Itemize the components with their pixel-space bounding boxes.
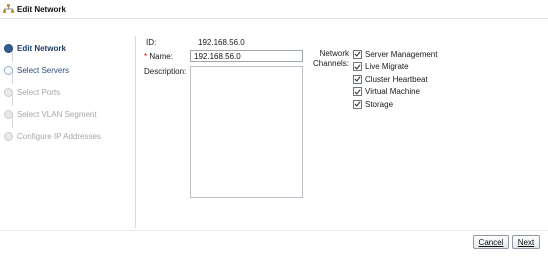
checkmark-icon — [354, 101, 361, 107]
network-icon — [3, 4, 14, 13]
description-label: Description: — [144, 67, 187, 76]
dialog-titlebar: Edit Network — [0, 0, 548, 19]
step-label: Select Servers — [17, 65, 70, 75]
checkmark-icon — [354, 88, 361, 95]
footer-divider — [0, 230, 548, 231]
channel-label: Live Migrate — [365, 62, 409, 71]
checkbox[interactable] — [353, 87, 362, 96]
network-channels-label: Network Channels: — [313, 49, 349, 69]
checkbox[interactable] — [353, 62, 362, 71]
id-value: 192.168.56.0 — [198, 38, 245, 47]
step-pending-icon — [4, 65, 13, 75]
name-label: Name: — [149, 52, 173, 61]
channel-label: Server Management — [365, 49, 438, 59]
step-label: Configure IP Addresses — [17, 131, 101, 141]
name-label-wrap: * Name: — [144, 52, 173, 61]
next-button[interactable]: Next — [512, 235, 540, 249]
name-input[interactable] — [190, 50, 303, 62]
step-disabled-icon — [4, 109, 13, 119]
id-label: ID: — [146, 38, 157, 47]
network-channels-label-line2: Channels: — [313, 59, 350, 68]
checkmark-icon — [354, 51, 361, 57]
step-configure-ip-addresses: Configure IP Addresses — [4, 129, 101, 143]
checkbox[interactable] — [353, 99, 362, 109]
checkmark-icon — [354, 63, 361, 70]
channel-label: Storage — [365, 99, 394, 109]
channel-storage[interactable]: Storage — [353, 99, 393, 109]
step-current-icon — [4, 43, 13, 53]
channel-server-management[interactable]: Server Management — [353, 49, 437, 59]
checkbox[interactable] — [353, 74, 362, 84]
network-channels-label-line1: Network — [319, 49, 349, 58]
cancel-button[interactable]: Cancel — [473, 235, 509, 249]
checkbox[interactable] — [353, 49, 362, 59]
panel-divider — [135, 36, 136, 228]
channel-label: Virtual Machine — [365, 87, 420, 96]
channel-label: Cluster Heartbeat — [365, 74, 428, 84]
channel-live-migrate[interactable]: Live Migrate — [353, 62, 409, 72]
channel-virtual-machine[interactable]: Virtual Machine — [353, 87, 420, 97]
step-label: Select Ports — [17, 87, 61, 97]
step-select-ports: Select Ports — [4, 85, 60, 99]
step-disabled-icon — [4, 131, 13, 141]
step-edit-network[interactable]: Edit Network — [4, 41, 66, 55]
step-label: Edit Network — [17, 43, 66, 53]
step-disabled-icon — [4, 87, 13, 97]
step-select-vlan-segment: Select VLAN Segment — [4, 107, 97, 121]
description-textarea[interactable] — [190, 66, 303, 198]
channel-cluster-heartbeat[interactable]: Cluster Heartbeat — [353, 74, 428, 84]
checkmark-icon — [354, 76, 361, 82]
required-marker: * — [144, 52, 148, 61]
step-select-servers[interactable]: Select Servers — [4, 63, 69, 77]
dialog-title: Edit Network — [17, 4, 66, 14]
step-label: Select VLAN Segment — [17, 109, 97, 119]
